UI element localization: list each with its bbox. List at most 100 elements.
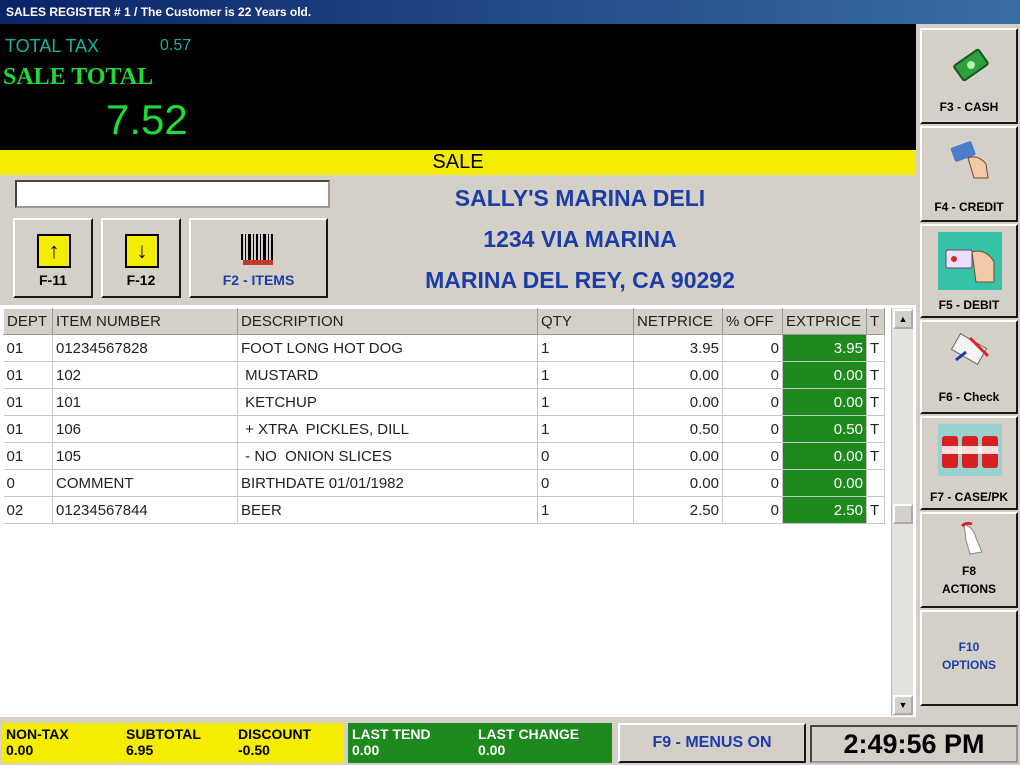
cash-button[interactable]: F3 - CASH xyxy=(920,28,1018,124)
actions-button-label-line1: F8 xyxy=(961,564,976,578)
cell-taxable: T xyxy=(866,415,885,443)
sale-mode-bar: SALE xyxy=(0,150,916,175)
cell-description: FOOT LONG HOT DOG xyxy=(237,334,538,362)
credit-card-icon xyxy=(950,141,989,179)
check-button[interactable]: F6 - Check xyxy=(920,320,1018,414)
arrow-down-icon: ↓ xyxy=(125,234,159,268)
line-items-body: 01 01234567828 FOOT LONG HOT DOG 1 3.95 0 3.95… xyxy=(3,334,885,524)
cell-taxable xyxy=(866,469,885,497)
last-tend-label: LAST TEND xyxy=(352,726,431,742)
col-header-pct-off[interactable]: % OFF xyxy=(722,308,783,335)
items-button[interactable]: F2 - ITEMS xyxy=(189,218,328,298)
totals-summary-box: NON-TAX 0.00 SUBTOTAL 6.95 DISCOUNT -0.5… xyxy=(2,723,344,763)
menus-button[interactable]: F9 - MENUS ON xyxy=(618,723,806,763)
last-transaction-box: LAST TEND 0.00 LAST CHANGE 0.00 xyxy=(348,723,612,763)
totals-panel: TOTAL TAX 0.57 SALE TOTAL 7.52 xyxy=(0,24,916,150)
cell-extprice: 2.50 xyxy=(782,496,867,524)
item-entry-input[interactable] xyxy=(15,180,330,208)
table-row[interactable]: 01 106 + XTRA PICKLES, DILL 1 0.50 0 0.50 T xyxy=(3,415,885,443)
cell-pct-off: 0 xyxy=(722,415,783,443)
table-row[interactable]: 01 105 - NO ONION SLICES 0 0.00 0 0.00 T xyxy=(3,442,885,470)
cell-taxable: T xyxy=(866,388,885,416)
cell-pct-off: 0 xyxy=(722,361,783,389)
window-title: SALES REGISTER # 1 / The Customer is 22 … xyxy=(6,5,312,19)
table-row[interactable]: 0 COMMENT BIRTHDATE 01/01/1982 0 0.00 0 0.00 xyxy=(3,469,885,497)
credit-button[interactable]: F4 - CREDIT xyxy=(920,126,1018,222)
store-address: 1234 VIA MARINA xyxy=(483,226,677,252)
check-button-label: F6 - Check xyxy=(938,390,1000,404)
cell-item-number: 106 xyxy=(52,415,238,443)
cell-dept: 01 xyxy=(3,415,53,443)
last-tend-value: 0.00 xyxy=(352,742,380,758)
cell-netprice: 0.50 xyxy=(633,415,723,443)
cell-description: MUSTARD xyxy=(237,361,538,389)
col-header-item-number[interactable]: ITEM NUMBER xyxy=(52,308,238,335)
debit-button[interactable]: F5 - DEBIT xyxy=(920,224,1018,318)
cell-qty: 1 xyxy=(537,388,634,416)
cell-pct-off: 0 xyxy=(722,469,783,497)
options-button[interactable]: F10 OPTIONS xyxy=(920,610,1018,706)
non-tax-value: 0.00 xyxy=(6,742,34,758)
arrow-up-icon: ↑ xyxy=(37,234,71,268)
cell-taxable: T xyxy=(866,496,885,524)
cell-extprice: 0.00 xyxy=(782,469,867,497)
table-row[interactable]: 01 102 MUSTARD 1 0.00 0 0.00 T xyxy=(3,361,885,389)
cell-dept: 01 xyxy=(3,361,53,389)
last-change-label: LAST CHANGE xyxy=(478,726,580,742)
store-name: SALLY'S MARINA DELI xyxy=(454,185,706,211)
case-pack-icon xyxy=(938,424,1002,476)
cash-icon xyxy=(953,48,989,82)
cell-item-number: 105 xyxy=(52,442,238,470)
col-header-extprice[interactable]: EXTPRICE xyxy=(782,308,867,335)
col-header-taxable[interactable]: T xyxy=(866,308,885,335)
cell-description: + XTRA PICKLES, DILL xyxy=(237,415,538,443)
cell-item-number: COMMENT xyxy=(52,469,238,497)
scroll-up-arrow-icon[interactable]: ▲ xyxy=(893,309,913,329)
scroll-down-button[interactable]: ↓ F-12 xyxy=(101,218,181,298)
cell-qty: 1 xyxy=(537,415,634,443)
scrollbar-thumb[interactable] xyxy=(893,504,913,524)
cell-pct-off: 0 xyxy=(722,388,783,416)
window-title-bar: SALES REGISTER # 1 / The Customer is 22 … xyxy=(0,0,1020,24)
cell-taxable: T xyxy=(866,442,885,470)
actions-button-label-line2: ACTIONS xyxy=(942,582,996,596)
actions-icon xyxy=(960,521,983,555)
cell-taxable: T xyxy=(866,334,885,362)
status-bar: NON-TAX 0.00 SUBTOTAL 6.95 DISCOUNT -0.5… xyxy=(0,717,1020,765)
cell-description: BIRTHDATE 01/01/1982 xyxy=(237,469,538,497)
subtotal-label: SUBTOTAL xyxy=(126,726,201,742)
col-header-dept[interactable]: DEPT xyxy=(3,308,53,335)
cell-qty: 1 xyxy=(537,334,634,362)
table-row[interactable]: 02 01234567844 BEER 1 2.50 0 2.50 T xyxy=(3,496,885,524)
function-button-panel: F3 - CASH F4 - CREDIT F5 - DEBIT F6 - Ch… xyxy=(918,24,1020,717)
table-header-row: DEPT ITEM NUMBER DESCRIPTION QTY NETPRIC… xyxy=(3,308,885,335)
col-header-description[interactable]: DESCRIPTION xyxy=(237,308,538,335)
actions-button[interactable]: F8 ACTIONS xyxy=(920,512,1018,608)
cell-netprice: 0.00 xyxy=(633,442,723,470)
scroll-down-label: F-12 xyxy=(126,272,156,288)
total-tax-label: TOTAL TAX xyxy=(5,36,100,56)
cell-qty: 1 xyxy=(537,496,634,524)
table-row[interactable]: 01 01234567828 FOOT LONG HOT DOG 1 3.95 0 3.95… xyxy=(3,334,885,362)
col-header-netprice[interactable]: NETPRICE xyxy=(633,308,723,335)
case-pack-button[interactable]: F7 - CASE/PK xyxy=(920,416,1018,510)
cell-dept: 02 xyxy=(3,496,53,524)
items-button-label: F2 - ITEMS xyxy=(222,272,295,288)
options-button-label-line1: F10 xyxy=(958,640,980,654)
subtotal-value: 6.95 xyxy=(126,742,154,758)
cell-netprice: 0.00 xyxy=(633,388,723,416)
sale-total-label: SALE TOTAL xyxy=(3,64,154,90)
cell-dept: 01 xyxy=(3,442,53,470)
scroll-down-arrow-icon[interactable]: ▼ xyxy=(893,695,913,715)
clock-display: 2:49:56 PM xyxy=(810,725,1018,763)
col-header-qty[interactable]: QTY xyxy=(537,308,634,335)
sale-total-value: 7.52 xyxy=(106,96,188,143)
cell-pct-off: 0 xyxy=(722,334,783,362)
scroll-up-button[interactable]: ↑ F-11 xyxy=(13,218,93,298)
case-pack-button-label: F7 - CASE/PK xyxy=(929,490,1008,504)
cell-extprice: 0.00 xyxy=(782,442,867,470)
last-change-value: 0.00 xyxy=(478,742,506,758)
vertical-scrollbar[interactable]: ▲ ▼ xyxy=(891,308,913,716)
cash-button-label: F3 - CASH xyxy=(939,100,999,114)
table-row[interactable]: 01 101 KETCHUP 1 0.00 0 0.00 T xyxy=(3,388,885,416)
